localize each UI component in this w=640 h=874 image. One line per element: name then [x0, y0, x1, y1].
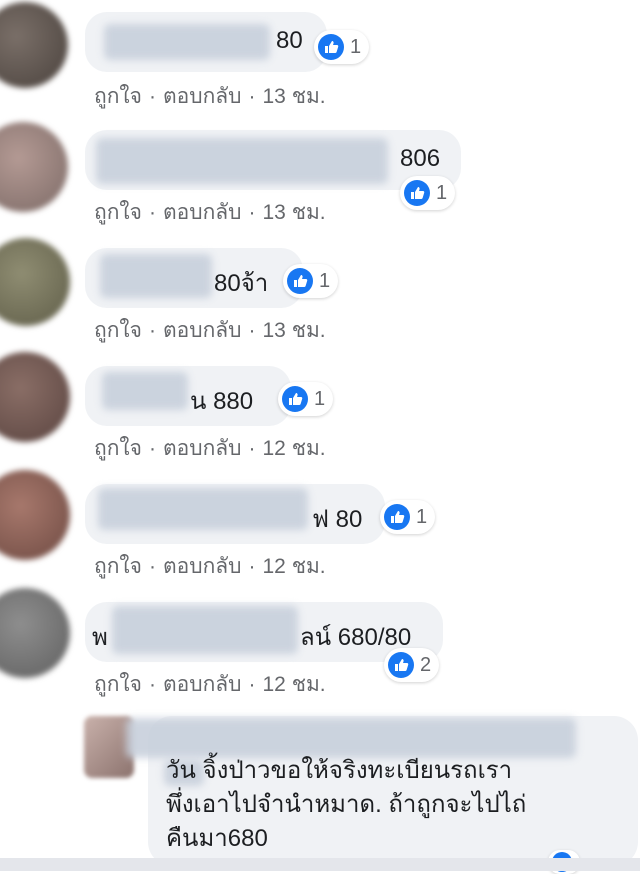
thumbs-up-icon — [287, 268, 313, 294]
reaction-count: 1 — [314, 387, 326, 410]
separator: · — [149, 555, 156, 578]
separator: · — [248, 319, 256, 342]
thumbs-up-icon — [404, 180, 430, 206]
like-link[interactable]: ถูกใจ — [94, 85, 142, 108]
separator: · — [149, 85, 156, 108]
comment-text: 80 — [276, 27, 303, 54]
separator: · — [248, 673, 256, 696]
redacted-name — [98, 488, 308, 530]
comment-actions: ถูกใจ · ตอบกลับ · 13 ชม. — [94, 80, 326, 113]
reply-link[interactable]: ตอบกลับ — [163, 437, 242, 460]
separator: · — [149, 673, 156, 696]
thumbs-up-icon — [388, 652, 414, 678]
reply-link[interactable]: ตอบกลับ — [163, 555, 242, 578]
avatar[interactable] — [0, 588, 70, 678]
like-link[interactable]: ถูกใจ — [94, 437, 142, 460]
like-link[interactable]: ถูกใจ — [94, 201, 142, 224]
comment-text: 80จ้า — [214, 270, 269, 297]
reaction-count: 1 — [319, 269, 331, 292]
reaction-badge[interactable]: 1 — [400, 176, 456, 210]
avatar[interactable] — [0, 238, 70, 326]
separator: · — [248, 201, 256, 224]
timestamp[interactable]: 13 ชม. — [263, 85, 326, 108]
redacted-name — [104, 24, 270, 60]
comment-actions: ถูกใจ · ตอบกลับ · 13 ชม. — [94, 314, 326, 347]
reaction-badge[interactable]: 1 — [380, 500, 436, 534]
reply-link[interactable]: ตอบกลับ — [163, 673, 242, 696]
avatar[interactable] — [0, 2, 68, 88]
redacted-name — [96, 138, 388, 184]
comment-actions: ถูกใจ · ตอบกลับ · 12 ชม. — [94, 550, 326, 583]
separator: · — [149, 319, 156, 342]
reaction-count: 1 — [350, 35, 362, 58]
thumbs-up-icon — [282, 386, 308, 412]
comment-text: ฟ 80 — [312, 506, 363, 533]
comment-actions: ถูกใจ · ตอบกลับ · 12 ชม. — [94, 668, 326, 701]
comment-text-line2: พึ่งเอาไปจำนำหมาด. ถ้าถูกจะไปไถ่ — [166, 791, 527, 818]
bottom-divider — [0, 858, 640, 871]
timestamp[interactable]: 12 ชม. — [263, 673, 326, 696]
reaction-count: 1 — [416, 505, 428, 528]
like-link[interactable]: ถูกใจ — [94, 555, 142, 578]
separator: · — [149, 437, 156, 460]
reaction-count: 1 — [436, 181, 448, 204]
avatar[interactable] — [0, 122, 68, 212]
comment-text: น 880 — [190, 388, 254, 415]
comment-text-prefix: พ — [92, 624, 108, 651]
avatar[interactable] — [0, 352, 70, 442]
thumbs-up-icon — [318, 34, 344, 60]
like-link[interactable]: ถูกใจ — [94, 319, 142, 342]
redacted-name — [100, 254, 212, 298]
redacted-name — [102, 372, 188, 410]
comment-text-line3: คืนมา680 — [166, 825, 268, 852]
reply-link[interactable]: ตอบกลับ — [163, 85, 242, 108]
reply-link[interactable]: ตอบกลับ — [163, 319, 242, 342]
reaction-badge[interactable]: 2 — [384, 648, 440, 682]
reaction-badge[interactable]: 1 — [278, 382, 334, 416]
timestamp[interactable]: 12 ชม. — [263, 555, 326, 578]
reply-link[interactable]: ตอบกลับ — [163, 201, 242, 224]
avatar[interactable] — [0, 470, 70, 560]
comment-text-line1: วัน จิ้งป่าวขอให้จริงทะเบียนรถเรา — [166, 757, 513, 784]
separator: · — [248, 437, 256, 460]
redacted-name — [126, 718, 576, 758]
timestamp[interactable]: 12 ชม. — [263, 437, 326, 460]
separator: · — [149, 201, 156, 224]
reaction-count: 2 — [420, 653, 432, 676]
comment-actions: ถูกใจ · ตอบกลับ · 12 ชม. — [94, 432, 326, 465]
comment-text: 806 — [400, 145, 441, 172]
like-link[interactable]: ถูกใจ — [94, 673, 142, 696]
reaction-badge[interactable]: 1 — [283, 264, 339, 298]
timestamp[interactable]: 13 ชม. — [263, 319, 326, 342]
separator: · — [248, 555, 256, 578]
timestamp[interactable]: 13 ชม. — [263, 201, 326, 224]
thumbs-up-icon — [384, 504, 410, 530]
comment-actions: ถูกใจ · ตอบกลับ · 13 ชม. — [94, 196, 326, 229]
redacted-name — [112, 606, 298, 654]
separator: · — [248, 85, 256, 108]
reaction-badge[interactable]: 1 — [314, 30, 370, 64]
